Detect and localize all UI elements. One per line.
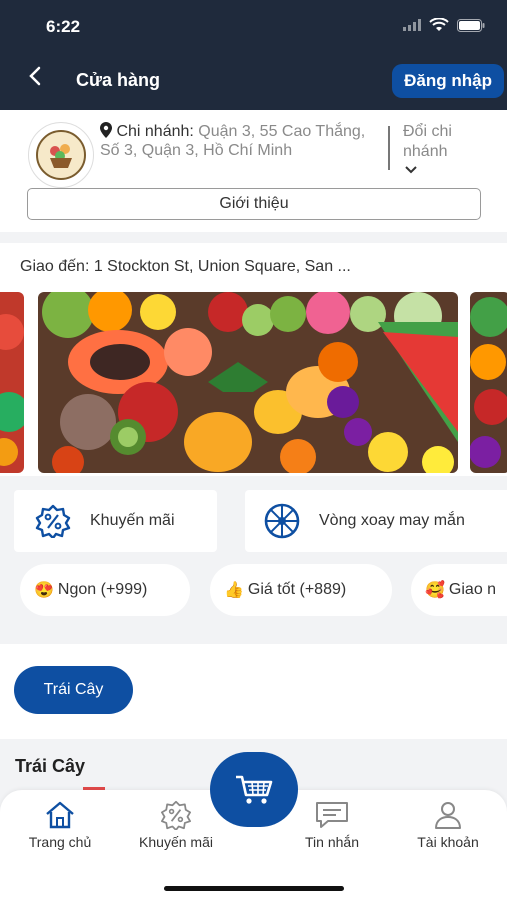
feature-lucky-wheel[interactable]: Vòng xoay may mắn [245,490,507,552]
nav-messages[interactable]: Tin nhắn [282,800,382,850]
nav-home[interactable]: Trang chủ [10,800,110,850]
nav-account[interactable]: Tài khoản [398,800,498,850]
status-icons [403,18,485,32]
intro-button[interactable]: Giới thiệu [27,188,481,220]
tag-emoji-smiling-hearts: 🥰 [425,582,445,599]
tag-chip-label: Ngon (+999) [57,581,148,598]
back-button[interactable] [28,66,42,91]
tag-emoji-thumbs-up: 👍 [224,582,244,599]
wheel-icon [264,503,300,539]
feature-promotion[interactable]: Khuyến mãi [14,490,217,552]
nav-account-label: Tài khoản [417,834,479,850]
delivery-text: Giao đến: 1 Stockton St, Union Square, S… [20,258,351,275]
banner-slide-prev[interactable] [0,292,24,473]
divider [388,126,390,170]
tag-chip-good-price[interactable]: 👍 Giá tốt (+889) [210,564,392,616]
login-button[interactable]: Đăng nhập [392,64,504,98]
fruit-banner-image [38,292,458,473]
tag-chip-delicious[interactable]: 😍 Ngon (+999) [20,564,190,616]
status-time: 6:22 [46,17,81,36]
store-logo-emblem [36,130,86,180]
section-title: Trái Cây [15,756,86,776]
nav-promotion[interactable]: Khuyến mãi [126,800,226,850]
home-icon [46,801,74,829]
store-card: Chi nhánh: Quận 3, 55 Cao Thắng, Số 3, Q… [0,110,507,232]
fruit-basket-icon [50,144,72,168]
tag-chip-delivery[interactable]: 🥰 Giao n [411,564,507,616]
signal-icon [403,19,421,31]
account-icon [435,802,461,829]
nav-promotion-label: Khuyến mãi [139,834,213,850]
category-bar: Trái Cây [0,644,507,739]
branch-label: Chi nhánh: [116,123,194,140]
tag-emoji-heart-eyes: 😍 [34,582,54,599]
delivery-address[interactable]: Giao đến: 1 Stockton St, Union Square, S… [0,243,507,290]
branch-info: Chi nhánh: Quận 3, 55 Cao Thắng, Số 3, Q… [100,122,368,160]
location-pin-icon [100,122,112,138]
battery-icon [457,18,485,32]
chevron-down-icon[interactable] [404,164,418,178]
category-fruit-button[interactable]: Trái Cây [14,666,133,714]
nav-messages-label: Tin nhắn [305,834,359,850]
cart-button[interactable] [210,752,298,827]
banner-slide-next[interactable] [470,292,507,473]
change-branch-button[interactable]: Đổi chi nhánh [403,122,483,162]
tag-chip-label: Giá tốt (+889) [247,581,347,598]
nav-home-label: Trang chủ [28,834,92,850]
feature-promotion-label: Khuyến mãi [90,512,175,529]
banner-carousel[interactable] [0,290,507,476]
cart-icon [236,775,273,804]
banner-slide-fruits[interactable] [38,292,458,473]
home-indicator [164,886,344,891]
page-title: Cửa hàng [76,70,161,90]
tag-chip-label: Giao n [448,581,497,598]
feature-area: Khuyến mãi Vòng xoay may mắn 😍 Ngon (+99… [0,476,507,644]
feature-lucky-wheel-label: Vòng xoay may mắn [319,512,465,529]
message-icon [316,802,348,828]
top-bar: 6:22 Cửa hàng Đăng nhập [0,0,507,110]
chevron-left-icon [29,66,41,86]
store-logo [28,122,94,188]
discount-icon [161,800,191,830]
discount-icon [35,504,71,538]
wifi-icon [429,18,449,31]
